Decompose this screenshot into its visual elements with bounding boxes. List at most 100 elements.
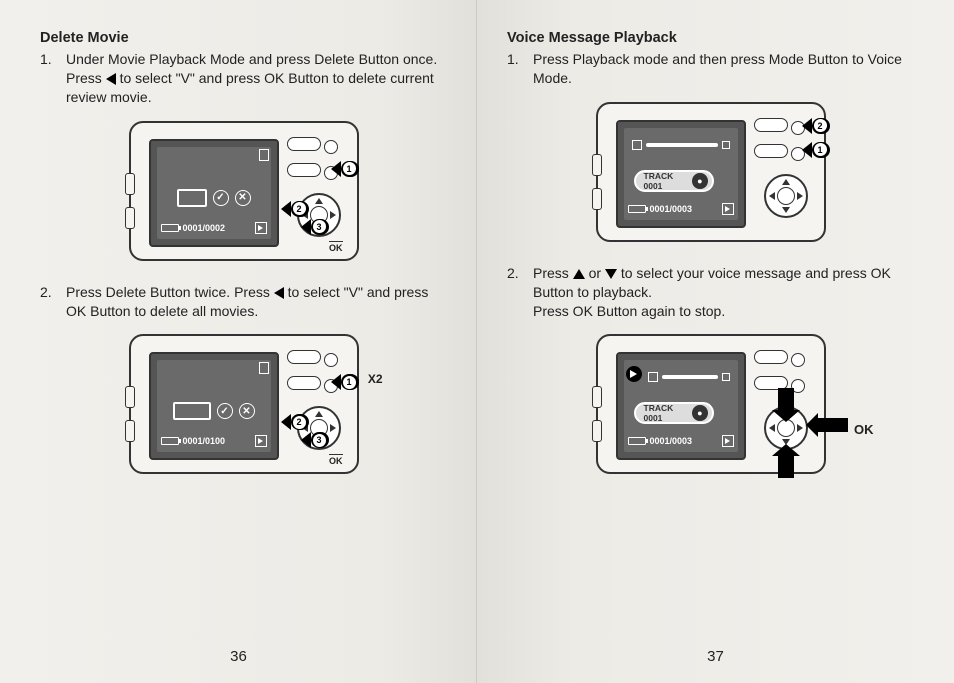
step-number: 1. <box>40 50 56 107</box>
camera-illustration: 0001/0100 OK 1 X2 <box>129 334 359 474</box>
left-step-2: 2. Press Delete Button twice. Press to s… <box>40 283 447 321</box>
heading-voice-playback: Voice Message Playback <box>507 30 914 46</box>
screen-midrow <box>165 185 263 211</box>
page-right: Voice Message Playback 1. Press Playback… <box>477 0 954 683</box>
camera-screen: TRACK 0001 ● 0001/0003 <box>616 120 746 228</box>
callout-number: 2 <box>293 202 306 215</box>
step-text: Under Movie Playback Mode and press Dele… <box>66 50 447 107</box>
zoom-button <box>754 118 788 132</box>
end-icon <box>722 141 730 149</box>
battery-icon <box>161 437 179 445</box>
text-fragment: Press Delete Button twice. Press <box>66 284 274 300</box>
screen-statusbar: 0001/0002 <box>161 221 267 235</box>
step-text: Press Playback mode and then press Mode … <box>533 50 914 88</box>
ok-arrow-icon <box>818 418 848 432</box>
track-label: TRACK 0001 <box>644 171 693 191</box>
text-fragment: Press <box>533 265 573 281</box>
callout-2: 2 <box>291 201 309 217</box>
callout-number: 3 <box>313 434 326 447</box>
zoom-button <box>754 350 788 364</box>
x-icon <box>239 403 255 419</box>
ok-arrow-label: OK <box>854 422 874 437</box>
mode-button <box>324 353 338 367</box>
text-fragment: to select "V" and press OK Button to del… <box>66 70 434 105</box>
camera-illustration: 0001/0002 OK 1 <box>129 121 359 261</box>
func-button <box>287 163 321 177</box>
counter-text: 0001/0100 <box>183 436 226 446</box>
screen-statusbar: 0001/0003 <box>628 434 734 448</box>
callout-3: 3 <box>311 219 329 235</box>
page-left: Delete Movie 1. Under Movie Playback Mod… <box>0 0 477 683</box>
func-button <box>754 144 788 158</box>
mic-icon: ● <box>692 405 707 421</box>
play-badge-icon <box>626 366 642 382</box>
picture-icon <box>255 222 267 234</box>
page-number: 37 <box>477 648 954 665</box>
dpad <box>764 174 808 218</box>
doc-icon <box>259 362 269 374</box>
play-icon <box>722 435 734 447</box>
camera-illustration: TRACK 0001 ● 0001/0003 <box>596 102 826 242</box>
triangle-up-icon <box>573 269 585 279</box>
text-fragment: to select your voice message and press O… <box>533 265 891 300</box>
speaker-icon <box>632 140 642 150</box>
picture-icon <box>255 435 267 447</box>
heading-delete-movie: Delete Movie <box>40 30 447 46</box>
battery-icon <box>628 205 646 213</box>
step-text: Press or to select your voice message an… <box>533 264 914 321</box>
callout-1: 1 <box>812 142 830 158</box>
dpad-left-icon <box>769 192 775 200</box>
end-icon <box>722 373 730 381</box>
doc-icon <box>259 149 269 161</box>
battery-icon <box>161 224 179 232</box>
right-step-2: 2. Press or to select your voice message… <box>507 264 914 321</box>
ok-label: OK <box>329 454 343 466</box>
figure-voice-playback: TRACK 0001 ● 0001/0003 <box>507 334 914 474</box>
dpad-right-icon <box>330 211 336 219</box>
check-icon <box>217 403 233 419</box>
volume-bar <box>632 138 730 152</box>
film-stack-icon <box>173 402 211 420</box>
step-text: Press Delete Button twice. Press to sele… <box>66 283 447 321</box>
mic-icon: ● <box>692 173 707 189</box>
dpad-up-icon <box>782 179 790 185</box>
callout-number: 1 <box>343 376 356 389</box>
check-icon <box>213 190 229 206</box>
screen-midrow <box>165 398 263 424</box>
callout-2: 2 <box>812 118 830 134</box>
camera-screen: TRACK 0001 ● 0001/0003 <box>616 352 746 460</box>
film-icon <box>177 189 207 207</box>
counter-text: 0001/0002 <box>183 223 226 233</box>
dpad-down-icon <box>782 207 790 213</box>
step-number: 2. <box>40 283 56 321</box>
func-button <box>287 376 321 390</box>
text-fragment: or <box>589 265 605 281</box>
callout-number: 2 <box>293 416 306 429</box>
volume-bar <box>648 370 730 384</box>
dpad-right-icon <box>797 424 803 432</box>
figure-delete-one: 0001/0002 OK 1 <box>40 121 447 261</box>
x2-label: X2 <box>368 372 383 386</box>
battery-icon <box>628 437 646 445</box>
track-box: TRACK 0001 ● <box>634 170 714 192</box>
x-icon <box>235 190 251 206</box>
screen-statusbar: 0001/0003 <box>628 202 734 216</box>
counter-text: 0001/0003 <box>650 204 693 214</box>
step-number: 2. <box>507 264 523 321</box>
play-icon <box>722 203 734 215</box>
speaker-icon <box>648 372 658 382</box>
callout-number: 1 <box>343 162 356 175</box>
camera-screen: 0001/0002 <box>149 139 279 247</box>
triangle-left-icon <box>106 73 116 85</box>
dpad-left-icon <box>769 424 775 432</box>
page-number: 36 <box>0 648 477 665</box>
callout-1: 1 <box>341 374 359 390</box>
zoom-button <box>287 137 321 151</box>
left-step-1: 1. Under Movie Playback Mode and press D… <box>40 50 447 107</box>
right-step-1: 1. Press Playback mode and then press Mo… <box>507 50 914 88</box>
text-fragment: Press OK Button again to stop. <box>533 303 725 319</box>
figure-delete-all: 0001/0100 OK 1 X2 <box>40 334 447 474</box>
dpad-up-icon <box>315 198 323 204</box>
camera-screen: 0001/0100 <box>149 352 279 460</box>
track-label: TRACK 0001 <box>644 403 693 423</box>
